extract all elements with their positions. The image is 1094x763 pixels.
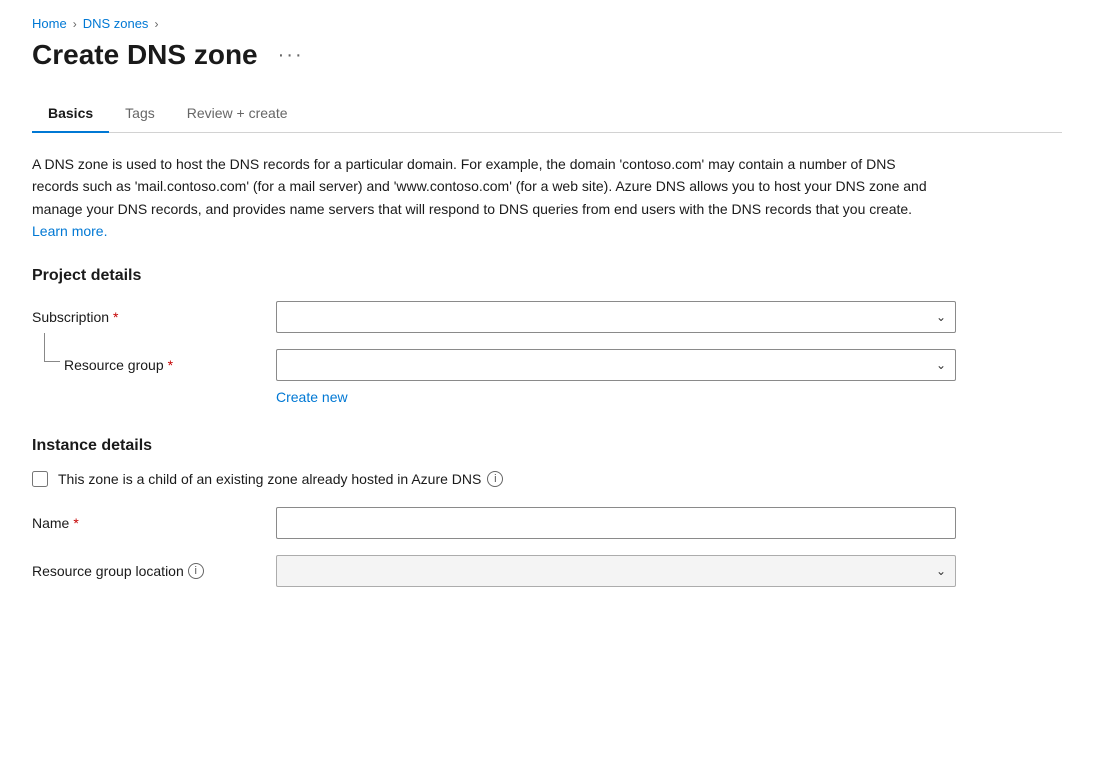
tab-tags[interactable]: Tags xyxy=(109,95,171,133)
page-title: Create DNS zone xyxy=(32,39,258,71)
rg-location-select[interactable] xyxy=(276,555,956,587)
child-zone-checkbox[interactable] xyxy=(32,471,48,487)
rg-location-select-wrapper: ⌄ xyxy=(276,555,956,587)
breadcrumb-sep-1: › xyxy=(73,17,77,31)
project-details-section: Project details Subscription * ⌄ xyxy=(32,267,1062,405)
resource-group-required-star: * xyxy=(168,357,173,373)
subscription-select[interactable] xyxy=(276,301,956,333)
page-header: Create DNS zone ··· xyxy=(32,39,1062,71)
rg-location-row: Resource group location i ⌄ xyxy=(32,555,1062,587)
page-container: Home › DNS zones › Create DNS zone ··· B… xyxy=(0,0,1094,643)
tab-basics[interactable]: Basics xyxy=(32,95,109,133)
child-zone-label: This zone is a child of an existing zone… xyxy=(58,471,503,487)
tab-bar: Basics Tags Review + create xyxy=(32,95,1062,133)
name-input[interactable] xyxy=(276,507,956,539)
resource-group-label: Resource group * xyxy=(64,357,173,373)
create-new-link[interactable]: Create new xyxy=(276,389,348,405)
project-details-title: Project details xyxy=(32,267,1062,285)
more-options-button[interactable]: ··· xyxy=(270,40,312,71)
instance-details-section: Instance details This zone is a child of… xyxy=(32,437,1062,587)
breadcrumb-sep-2: › xyxy=(154,17,158,31)
name-required-star: * xyxy=(73,515,78,531)
rg-location-control: ⌄ xyxy=(276,555,956,587)
name-label: Name * xyxy=(32,515,252,531)
subscription-label: Subscription * xyxy=(32,309,252,325)
name-control xyxy=(276,507,956,539)
rg-location-label: Resource group location i xyxy=(32,563,252,579)
description-text: A DNS zone is used to host the DNS recor… xyxy=(32,153,932,243)
resource-group-select[interactable] xyxy=(276,349,956,381)
breadcrumb: Home › DNS zones › xyxy=(32,16,1062,31)
resource-group-row: Resource group * ⌄ xyxy=(32,349,1062,381)
rg-location-info-icon[interactable]: i xyxy=(188,563,204,579)
breadcrumb-home[interactable]: Home xyxy=(32,16,67,31)
learn-more-link[interactable]: Learn more. xyxy=(32,223,107,239)
indent-connector xyxy=(32,349,64,381)
child-zone-info-icon[interactable]: i xyxy=(487,471,503,487)
name-row: Name * xyxy=(32,507,1062,539)
resource-group-label-wrapper: Resource group * xyxy=(32,349,252,381)
instance-details-title: Instance details xyxy=(32,437,1062,455)
create-new-wrapper: Create new xyxy=(32,389,1062,405)
breadcrumb-dns-zones[interactable]: DNS zones xyxy=(83,16,149,31)
child-zone-row: This zone is a child of an existing zone… xyxy=(32,471,1062,487)
resource-group-select-wrapper: ⌄ xyxy=(276,349,956,381)
subscription-select-wrapper: ⌄ xyxy=(276,301,956,333)
subscription-required-star: * xyxy=(113,309,118,325)
subscription-control: ⌄ xyxy=(276,301,956,333)
resource-group-control: ⌄ xyxy=(276,349,956,381)
tab-review-create[interactable]: Review + create xyxy=(171,95,304,133)
subscription-row: Subscription * ⌄ xyxy=(32,301,1062,333)
